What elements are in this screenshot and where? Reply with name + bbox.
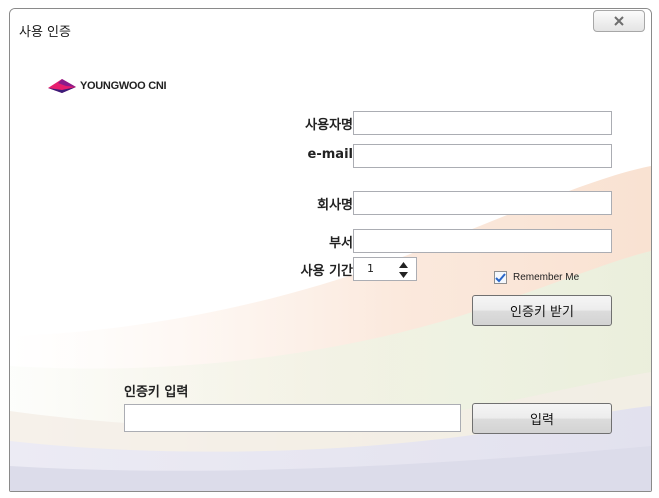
- title-bar: 사용 인증: [10, 9, 651, 46]
- logo-text: YOUNGWOO CNI: [80, 80, 167, 92]
- window-title: 사용 인증: [19, 25, 71, 40]
- company-label: 회사명: [317, 198, 353, 213]
- period-stepper[interactable]: 1: [353, 257, 417, 281]
- department-input[interactable]: [353, 229, 612, 253]
- period-label: 사용 기간: [300, 264, 353, 279]
- get-key-button[interactable]: 인증키 받기: [472, 295, 612, 326]
- department-label: 부서: [329, 236, 353, 251]
- remember-me-label: Remember Me: [513, 271, 580, 283]
- username-input[interactable]: [353, 111, 612, 135]
- key-entry-label: 인증키 입력: [124, 385, 189, 400]
- close-icon: [614, 16, 624, 26]
- company-input[interactable]: [353, 191, 612, 215]
- checkmark-icon: [495, 272, 506, 282]
- email-input[interactable]: [353, 144, 612, 168]
- key-entry-input[interactable]: [124, 404, 461, 432]
- company-logo: YOUNGWOO CNI: [48, 79, 167, 93]
- remember-me-checkbox[interactable]: Remember Me: [494, 270, 579, 284]
- close-button[interactable]: [593, 10, 645, 32]
- email-label: e-mail: [307, 147, 353, 162]
- submit-key-button[interactable]: 입력: [472, 403, 612, 434]
- username-label: 사용자명: [305, 118, 353, 133]
- period-value: 1: [367, 262, 374, 275]
- dialog-body: YOUNGWOO CNI 사용자명 e-mail 회사명 부서 사용 기간 1: [10, 46, 651, 491]
- diamond-logo-icon: [48, 79, 76, 93]
- chevron-up-icon[interactable]: [396, 260, 410, 270]
- checkbox-box[interactable]: [494, 271, 507, 284]
- chevron-down-icon[interactable]: [396, 270, 410, 280]
- auth-dialog: 사용 인증 YOUNGWOO CNI 사용자명 e-mail 회사명 부서 사용…: [9, 8, 652, 492]
